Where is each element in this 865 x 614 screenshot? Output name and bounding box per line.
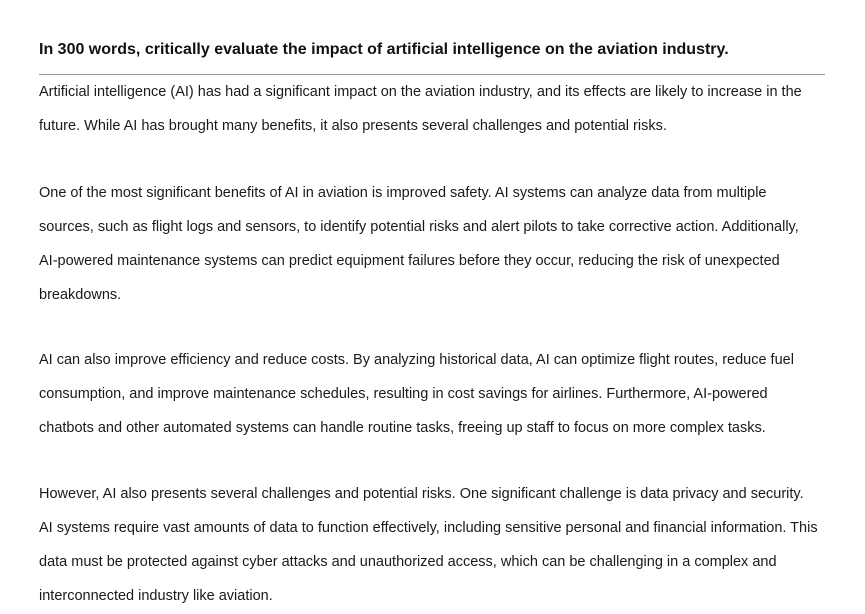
paragraph-line: interconnected industry like aviation. bbox=[39, 588, 273, 604]
paragraph-line: data must be protected against cyber att… bbox=[39, 554, 777, 570]
document-title: In 300 words, critically evaluate the im… bbox=[39, 41, 729, 58]
paragraph-safety: One of the most significant benefits of … bbox=[39, 176, 839, 312]
paragraph-line: AI can also improve efficiency and reduc… bbox=[39, 352, 794, 368]
paragraph-line: chatbots and other automated systems can… bbox=[39, 420, 766, 436]
paragraph-challenges: However, AI also presents several challe… bbox=[39, 477, 839, 613]
paragraph-line: AI-powered maintenance systems can predi… bbox=[39, 253, 780, 269]
paragraph-line: However, AI also presents several challe… bbox=[39, 486, 804, 502]
paragraph-efficiency: AI can also improve efficiency and reduc… bbox=[39, 343, 839, 445]
paragraph-intro: Artificial intelligence (AI) has had a s… bbox=[39, 75, 839, 143]
paragraph-line: sources, such as flight logs and sensors… bbox=[39, 219, 799, 235]
paragraph-line: AI systems require vast amounts of data … bbox=[39, 520, 818, 536]
paragraph-line: consumption, and improve maintenance sch… bbox=[39, 386, 768, 402]
paragraph-line: Artificial intelligence (AI) has had a s… bbox=[39, 84, 802, 100]
paragraph-line: One of the most significant benefits of … bbox=[39, 185, 767, 201]
paragraph-line: future. While AI has brought many benefi… bbox=[39, 118, 667, 134]
paragraph-line: breakdowns. bbox=[39, 287, 122, 303]
